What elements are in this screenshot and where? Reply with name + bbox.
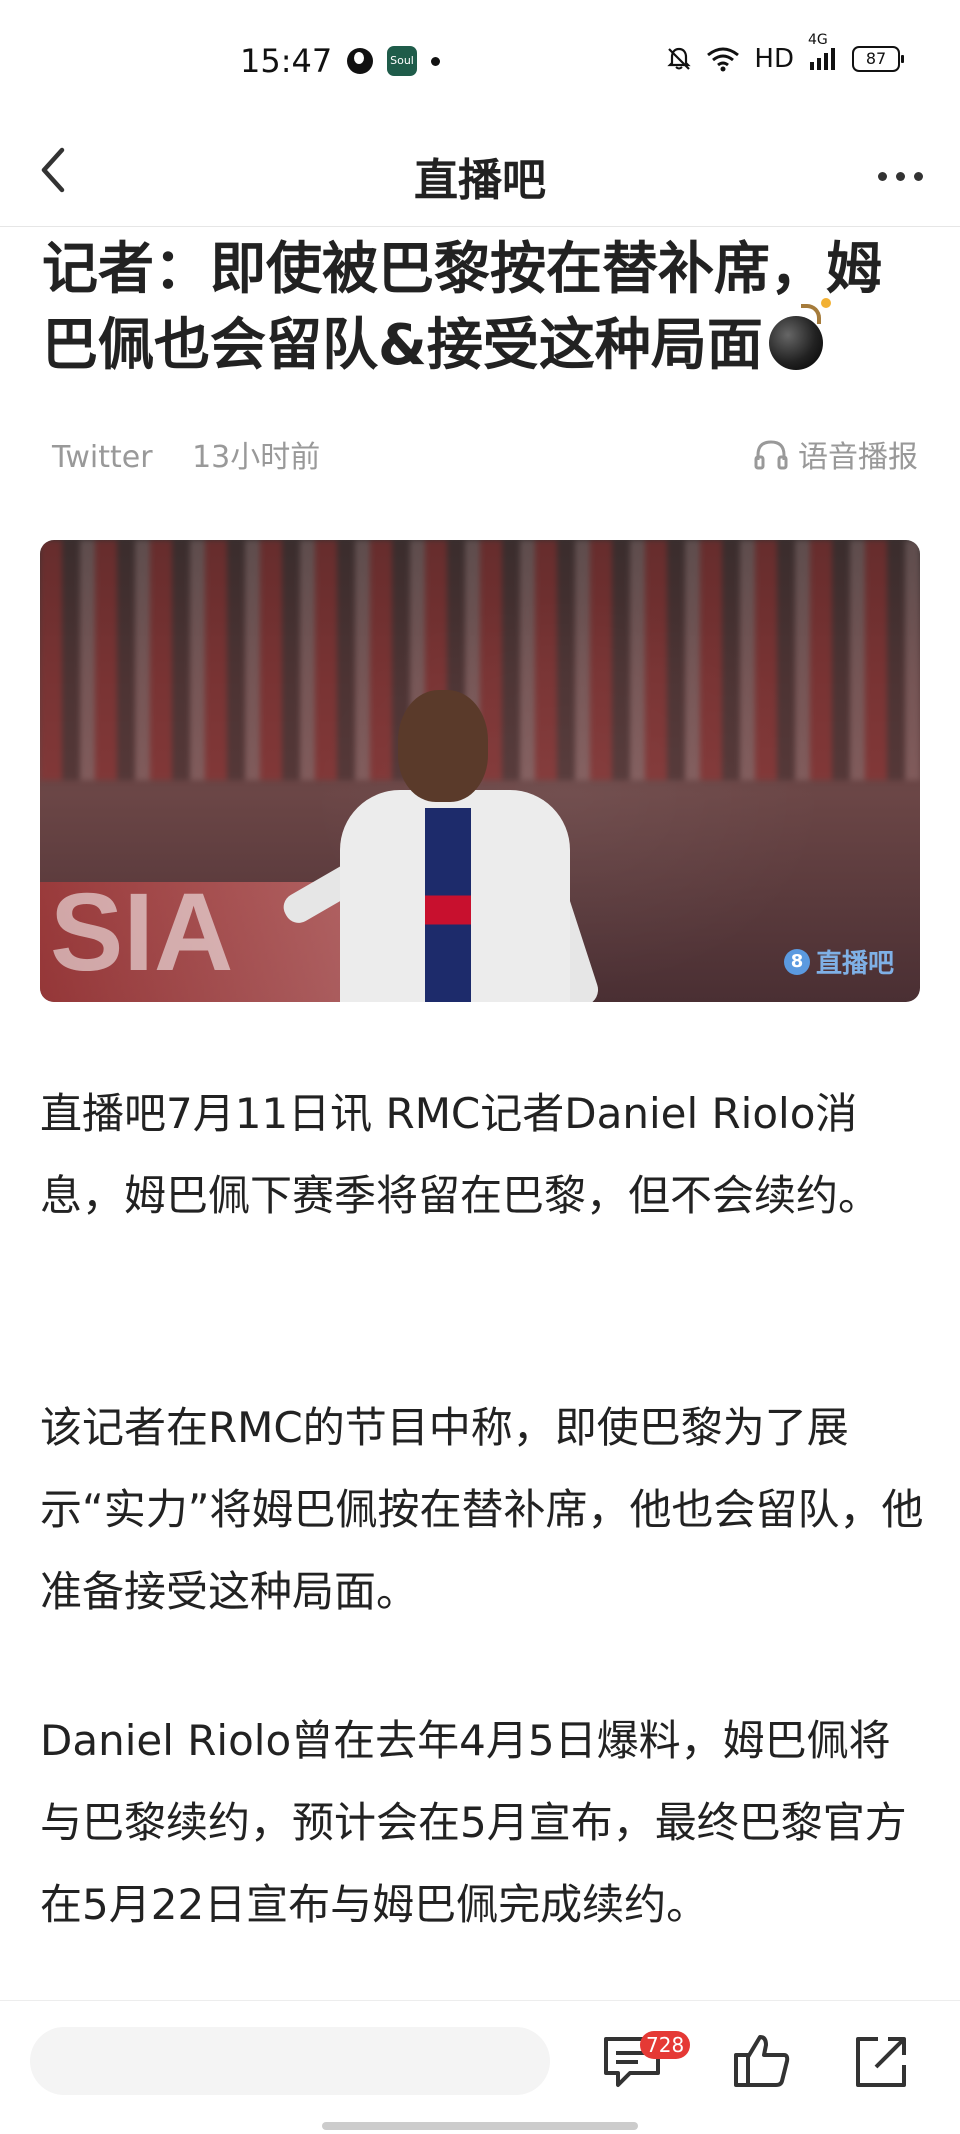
headphones-icon xyxy=(754,440,788,470)
photo-watermark: 8 直播吧 xyxy=(783,943,894,980)
signal-label: 4G xyxy=(808,32,828,48)
more-dots-icon xyxy=(877,171,887,181)
status-right-icons: HD 4G 87 xyxy=(666,32,904,74)
notification-dot-icon xyxy=(431,56,440,66)
article-paragraph: Daniel Riolo曾在去年4月5日爆料，姆巴佩将与巴黎续约，预计会在5月宣… xyxy=(40,1716,907,1929)
photo-player-stripe xyxy=(425,808,471,1002)
network-label: HD xyxy=(754,44,794,74)
comment-count-badge: 728 xyxy=(640,2031,691,2059)
bomb-icon xyxy=(768,298,831,370)
globe-icon xyxy=(347,48,373,74)
article-paragraph: 该记者在RMC的节目中称，即使巴黎为了展示“实力”将姆巴佩按在替补席，他也会留队… xyxy=(40,1403,924,1616)
watermark-text: 直播吧 xyxy=(815,949,894,979)
battery-level: 87 xyxy=(865,49,887,68)
thumbs-up-icon xyxy=(734,2035,790,2087)
share-icon xyxy=(856,2037,906,2087)
photo-ad-text: SIA xyxy=(50,871,234,994)
soul-app-icon: Soul xyxy=(387,46,417,76)
article-paragraph: 直播吧7月11日讯 RMC记者Daniel Riolo消息，姆巴佩下赛季将留在巴… xyxy=(40,1089,881,1220)
wifi-icon xyxy=(706,46,740,72)
header-title: 直播吧 xyxy=(414,155,546,206)
article-time: 13小时前 xyxy=(192,440,321,475)
tts-label: 语音播报 xyxy=(798,440,918,475)
article-photo[interactable]: SIA 8 直播吧 xyxy=(40,540,920,1002)
battery-icon: 87 xyxy=(852,46,904,72)
article-meta: Twitter 13小时前 xyxy=(52,432,320,476)
more-dot xyxy=(913,171,923,181)
article-source[interactable]: Twitter xyxy=(52,440,153,475)
article-title-text: 记者：即使被巴黎按在替补席，姆巴佩也会留队&接受这种局面 xyxy=(42,237,882,378)
comment-input[interactable] xyxy=(30,2027,550,2095)
like-button[interactable] xyxy=(730,2029,794,2093)
home-indicator[interactable] xyxy=(322,2122,638,2130)
photo-player-head xyxy=(398,690,488,802)
mute-bell-icon xyxy=(666,46,692,72)
more-dot xyxy=(895,171,905,181)
tts-button[interactable]: 语音播报 xyxy=(754,432,918,476)
more-button[interactable] xyxy=(870,146,930,206)
status-time: 15:47 xyxy=(240,42,333,80)
signal-icon: 4G xyxy=(808,32,838,72)
app-header: 直播吧 xyxy=(0,120,960,227)
article-title: 记者：即使被巴黎按在替补席，姆巴佩也会留队&接受这种局面 xyxy=(42,232,922,384)
bottom-action-bar: 728 xyxy=(0,2000,960,2134)
status-bar: 15:47 Soul HD 4G 87 xyxy=(0,0,960,120)
content-fade xyxy=(0,1945,960,2005)
share-button[interactable] xyxy=(850,2029,914,2093)
watermark-logo-icon: 8 xyxy=(783,948,810,975)
status-left-icons: Soul xyxy=(347,46,440,76)
